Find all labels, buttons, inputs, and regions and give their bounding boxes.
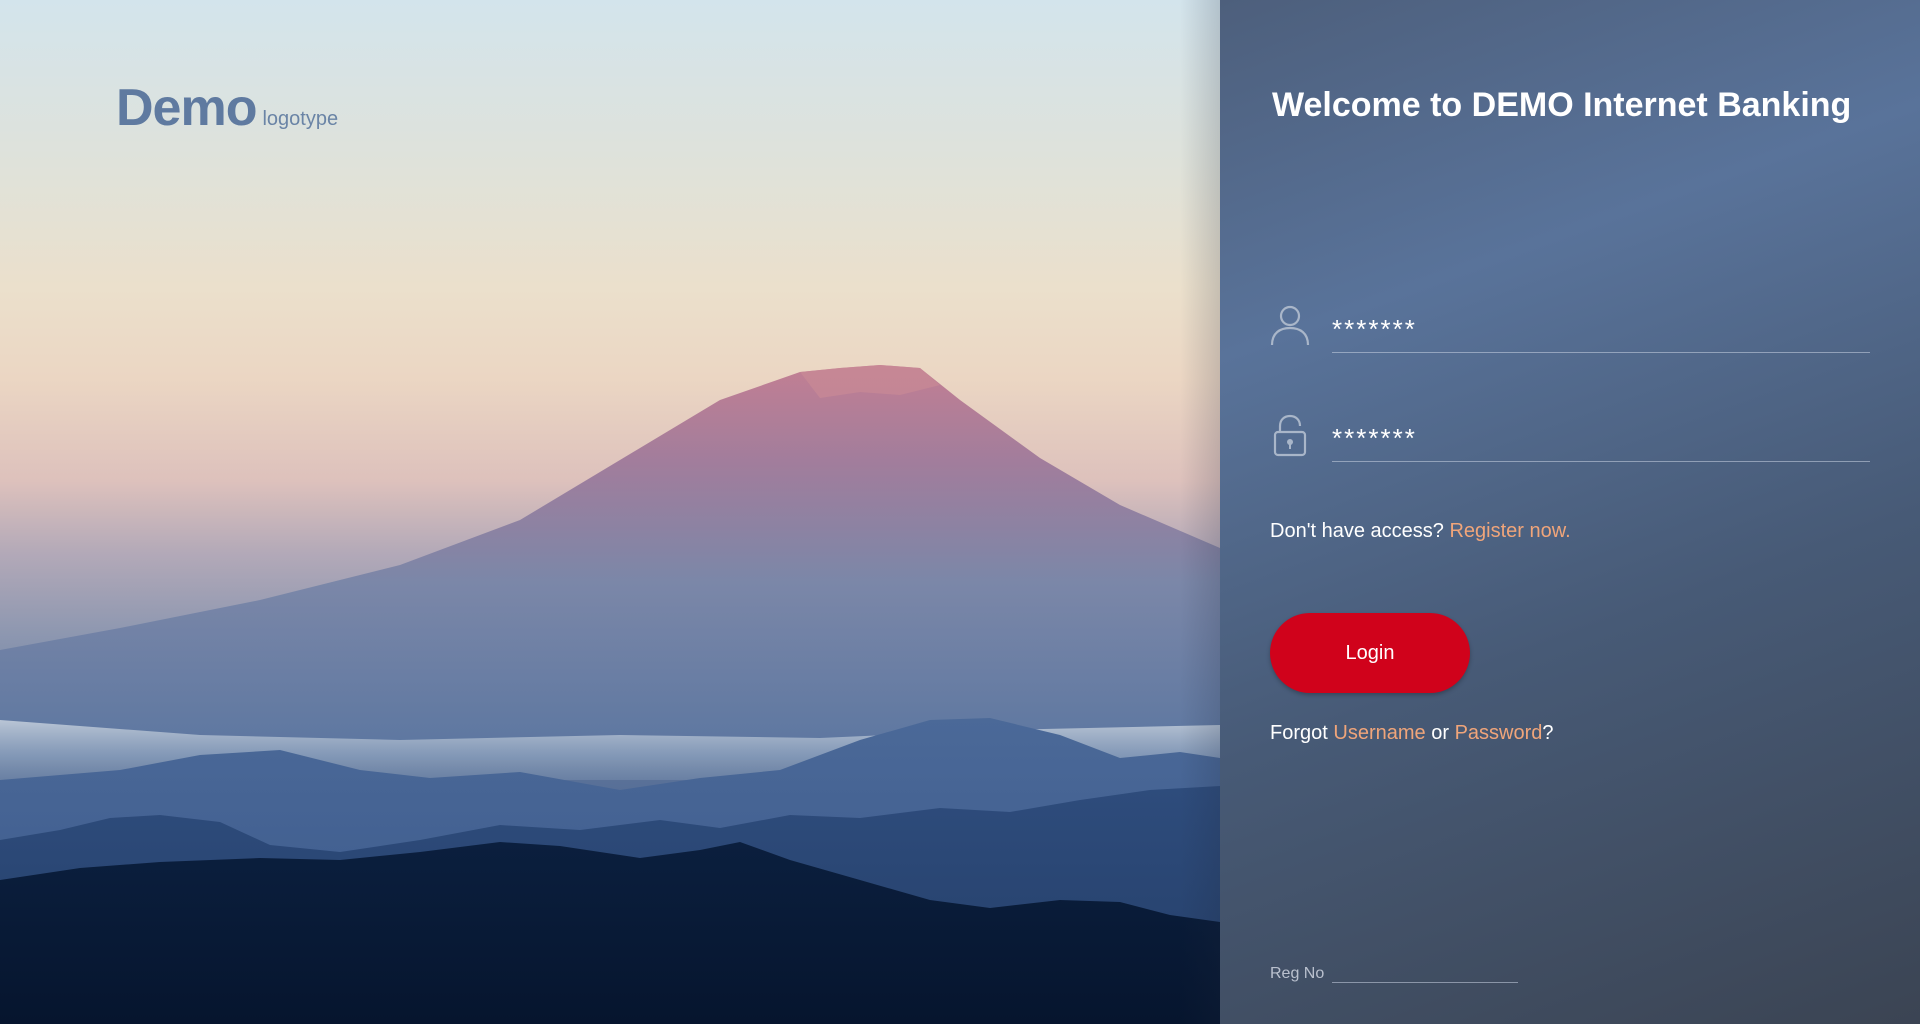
- hero-landscape-image: Demo logotype: [0, 0, 1220, 1024]
- demo-logo: Demo logotype: [116, 78, 338, 138]
- login-button[interactable]: Login: [1270, 613, 1470, 693]
- login-panel: Welcome to DEMO Internet Banking Don't h…: [1180, 0, 1920, 1024]
- password-field[interactable]: [1332, 415, 1870, 462]
- reg-no-row: Reg No: [1270, 962, 1519, 983]
- register-prompt: Don't have access? Register now.: [1270, 520, 1571, 543]
- logo-subtitle: logotype: [262, 108, 339, 130]
- mountain-illustration: [0, 365, 1220, 1024]
- forgot-password-link[interactable]: Password: [1455, 722, 1543, 744]
- forgot-credentials: Forgot Username or Password?: [1270, 722, 1554, 745]
- reg-no-field[interactable]: [1332, 962, 1519, 983]
- username-field[interactable]: [1332, 306, 1870, 353]
- forgot-suffix: ?: [1542, 722, 1554, 744]
- user-icon: [1270, 303, 1310, 347]
- forgot-or: or: [1431, 722, 1449, 744]
- access-text: Don't have access?: [1270, 520, 1444, 542]
- forgot-username-link[interactable]: Username: [1333, 722, 1425, 744]
- logo-wordmark: Demo: [116, 79, 257, 137]
- page-title: Welcome to DEMO Internet Banking: [1272, 86, 1852, 124]
- login-page: Demo logotype Welcome to DEMO Internet B…: [0, 0, 1920, 1024]
- lock-icon: [1270, 414, 1310, 458]
- forgot-prefix: Forgot: [1270, 722, 1328, 744]
- reg-no-label: Reg No: [1270, 965, 1325, 982]
- register-link[interactable]: Register now.: [1449, 520, 1570, 542]
